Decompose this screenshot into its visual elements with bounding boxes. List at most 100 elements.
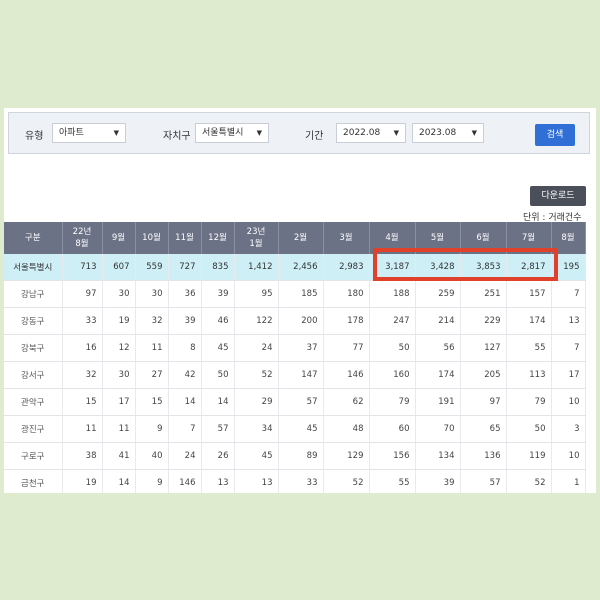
table-cell: 119 — [506, 442, 552, 470]
period-end-value: 2023.08 — [419, 128, 457, 138]
table-cell: 9 — [135, 415, 169, 443]
search-button[interactable]: 검색 — [535, 124, 575, 146]
table-cell: 10 — [551, 442, 586, 470]
table-cell: 146 — [168, 469, 202, 493]
table-cell: 15 — [135, 388, 169, 416]
chevron-down-icon: ▼ — [393, 129, 399, 137]
download-button[interactable]: 다운로드 — [530, 186, 586, 206]
table-cell: 147 — [278, 361, 324, 389]
region-name: 강남구 — [4, 280, 63, 308]
table-cell: 205 — [460, 361, 507, 389]
highlight-box — [373, 248, 558, 281]
period-end-select[interactable]: 2023.08 ▼ — [412, 123, 484, 143]
table-cell: 30 — [102, 361, 136, 389]
table-cell: 37 — [278, 334, 324, 362]
table-row: 광진구 11 11 9 7 57 34 45 48 60 70 65 50 3 — [4, 415, 586, 443]
table-cell: 7 — [551, 334, 586, 362]
table-cell: 13 — [551, 307, 586, 335]
table-cell: 713 — [62, 254, 103, 281]
column-header: 11월 — [168, 222, 202, 254]
table-cell: 29 — [234, 388, 279, 416]
table-cell: 2,983 — [323, 254, 370, 281]
table-cell: 39 — [201, 280, 235, 308]
table-cell: 129 — [323, 442, 370, 470]
table-cell: 57 — [460, 469, 507, 493]
table-cell: 32 — [62, 361, 103, 389]
table-cell: 39 — [168, 307, 202, 335]
table-cell: 45 — [234, 442, 279, 470]
table-cell: 60 — [369, 415, 416, 443]
table-cell: 48 — [323, 415, 370, 443]
table-cell: 65 — [460, 415, 507, 443]
table-cell: 214 — [415, 307, 461, 335]
table-cell: 97 — [460, 388, 507, 416]
table-cell: 95 — [234, 280, 279, 308]
table-row: 강북구 16 12 11 8 45 24 37 77 50 56 127 55 7 — [4, 334, 586, 362]
region-name: 광진구 — [4, 415, 63, 443]
table-cell: 97 — [62, 280, 103, 308]
table-cell: 191 — [415, 388, 461, 416]
type-select[interactable]: 아파트 ▼ — [52, 123, 126, 143]
table-cell: 52 — [506, 469, 552, 493]
table-cell: 30 — [102, 280, 136, 308]
table-cell: 56 — [415, 334, 461, 362]
filter-bar: 유형 아파트 ▼ 자치구 서울특별시 ▼ 기간 2022.08 ▼ 2023.0… — [8, 112, 590, 154]
table-cell: 79 — [369, 388, 416, 416]
table-cell: 146 — [323, 361, 370, 389]
table-cell: 13 — [201, 469, 235, 493]
table-cell: 40 — [135, 442, 169, 470]
district-label: 자치구 — [163, 131, 191, 142]
table-cell: 89 — [278, 442, 324, 470]
table-cell: 77 — [323, 334, 370, 362]
table-cell: 45 — [278, 415, 324, 443]
table-cell: 38 — [62, 442, 103, 470]
table-cell: 174 — [415, 361, 461, 389]
table-cell: 113 — [506, 361, 552, 389]
table-cell: 8 — [168, 334, 202, 362]
period-start-select[interactable]: 2022.08 ▼ — [336, 123, 406, 143]
table-row: 강서구 32 30 27 42 50 52 147 146 160 174 205 113 17 — [4, 361, 586, 389]
table-cell: 134 — [415, 442, 461, 470]
table-cell: 559 — [135, 254, 169, 281]
table-cell: 178 — [323, 307, 370, 335]
table-cell: 42 — [168, 361, 202, 389]
table-cell: 180 — [323, 280, 370, 308]
table-cell: 14 — [102, 469, 136, 493]
table-cell: 11 — [102, 415, 136, 443]
table-cell: 3 — [551, 415, 586, 443]
table-cell: 17 — [551, 361, 586, 389]
table-row: 구로구 38 41 40 24 26 45 89 129 156 134 136 119 10 — [4, 442, 586, 470]
table-cell: 11 — [62, 415, 103, 443]
table-cell: 33 — [62, 307, 103, 335]
table-cell: 10 — [551, 388, 586, 416]
table-cell: 34 — [234, 415, 279, 443]
table-cell: 33 — [278, 469, 324, 493]
table-cell: 200 — [278, 307, 324, 335]
table-cell: 50 — [369, 334, 416, 362]
table-cell: 26 — [201, 442, 235, 470]
table-cell: 70 — [415, 415, 461, 443]
chevron-down-icon: ▼ — [256, 129, 262, 137]
table-cell: 247 — [369, 307, 416, 335]
chevron-down-icon: ▼ — [113, 129, 119, 137]
region-name: 금천구 — [4, 469, 63, 493]
chevron-down-icon: ▼ — [471, 129, 477, 137]
district-select-value: 서울특별시 — [202, 128, 244, 138]
region-name: 강북구 — [4, 334, 63, 362]
table-cell: 7 — [551, 280, 586, 308]
table-cell: 2,456 — [278, 254, 324, 281]
table-cell: 157 — [506, 280, 552, 308]
district-select[interactable]: 서울특별시 ▼ — [195, 123, 269, 143]
region-name: 강동구 — [4, 307, 63, 335]
table-cell: 27 — [135, 361, 169, 389]
region-name: 강서구 — [4, 361, 63, 389]
table-cell: 11 — [135, 334, 169, 362]
column-header: 구분 — [4, 222, 63, 254]
table-cell: 50 — [506, 415, 552, 443]
table-cell: 156 — [369, 442, 416, 470]
table-cell: 188 — [369, 280, 416, 308]
table-cell: 727 — [168, 254, 202, 281]
table-cell: 36 — [168, 280, 202, 308]
table-row: 강남구 97 30 30 36 39 95 185 180 188 259 251 157 7 — [4, 280, 586, 308]
table-cell: 14 — [168, 388, 202, 416]
